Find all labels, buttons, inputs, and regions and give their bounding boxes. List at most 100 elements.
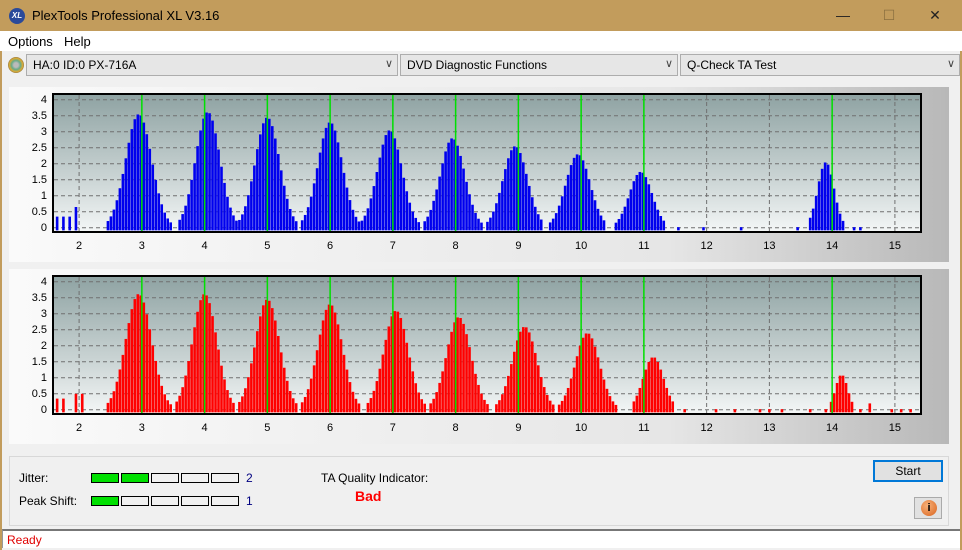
bar	[635, 395, 639, 413]
y-tick-label: 1.5	[31, 173, 47, 186]
bar	[354, 398, 358, 413]
status-text: Ready	[7, 533, 42, 547]
bar	[522, 327, 525, 413]
bar	[602, 379, 606, 413]
bar	[375, 381, 379, 413]
meter-segment	[121, 473, 149, 483]
bar	[465, 334, 468, 413]
bar	[614, 222, 618, 231]
bar	[668, 395, 672, 413]
bar	[817, 181, 821, 231]
bar	[205, 112, 208, 231]
start-button[interactable]: Start	[873, 460, 943, 482]
bar	[522, 162, 525, 231]
bar	[106, 221, 110, 231]
bar	[205, 295, 208, 413]
bar	[324, 309, 328, 413]
bar	[557, 404, 561, 413]
bar	[513, 351, 516, 413]
bar	[644, 177, 648, 231]
bar	[527, 332, 531, 413]
bar	[312, 365, 316, 413]
bottom-chart-svg	[54, 277, 920, 413]
bar	[823, 162, 827, 231]
maximize-button[interactable]: ☐	[866, 0, 912, 31]
bar	[80, 393, 84, 413]
bar	[832, 393, 836, 413]
bar	[270, 126, 274, 231]
bar	[211, 120, 214, 231]
bar	[214, 133, 217, 231]
bar	[214, 332, 217, 413]
bar	[62, 398, 65, 413]
menu-options[interactable]: Options	[8, 34, 53, 49]
bar	[345, 187, 349, 231]
bar	[575, 154, 579, 231]
bar	[653, 357, 657, 413]
bar	[363, 215, 367, 231]
bar	[127, 323, 131, 413]
x-tick-label: 8	[452, 240, 459, 252]
bar	[115, 381, 119, 413]
bar	[366, 208, 370, 231]
x-tick-label: 9	[515, 240, 522, 252]
bar	[533, 206, 537, 231]
bar	[524, 327, 528, 413]
close-button[interactable]: ✕	[912, 0, 958, 31]
bar	[844, 382, 848, 413]
bar	[650, 357, 654, 413]
bar	[109, 398, 113, 413]
bar	[166, 218, 170, 231]
bar	[733, 409, 737, 413]
bar	[354, 216, 358, 231]
bar	[68, 216, 71, 231]
bar	[130, 309, 134, 413]
bar	[157, 193, 161, 231]
meter-segment	[181, 473, 209, 483]
bar	[489, 217, 492, 231]
y-tick-label: 2.5	[31, 323, 47, 336]
info-button[interactable]: i	[914, 497, 942, 519]
bar	[808, 409, 812, 413]
bar	[548, 222, 552, 231]
bar	[244, 206, 247, 231]
bar	[55, 398, 59, 413]
menu-help[interactable]: Help	[64, 34, 91, 49]
bar	[238, 401, 241, 413]
bar	[408, 357, 412, 413]
bar	[163, 212, 167, 231]
bar	[504, 169, 507, 231]
bar	[423, 403, 426, 413]
bar	[441, 371, 444, 413]
bar	[890, 409, 894, 413]
results-panel: Jitter: 2 Peak Shift: 1 TA Quality Indic…	[9, 456, 949, 526]
test-select[interactable]: Q-Check TA Test ∨	[680, 54, 960, 76]
drive-select[interactable]: HA:0 ID:0 PX-716A ∨	[26, 54, 398, 76]
y-tick-label: 0.5	[31, 387, 47, 400]
bar	[590, 190, 594, 231]
bar	[74, 393, 78, 413]
meter-segment	[151, 496, 179, 506]
bar	[118, 369, 122, 413]
bar	[566, 387, 570, 413]
function-select[interactable]: DVD Diagnostic Functions ∨	[400, 54, 678, 76]
bar	[270, 308, 274, 413]
bar	[232, 215, 235, 231]
bar	[262, 305, 265, 413]
minimize-button[interactable]: —	[820, 0, 866, 31]
bar	[596, 357, 600, 413]
bar	[74, 207, 78, 231]
bar	[121, 354, 125, 413]
bar	[548, 400, 552, 413]
info-icon: i	[921, 500, 937, 516]
bar	[294, 403, 298, 413]
bar	[321, 320, 325, 413]
bar	[247, 377, 250, 413]
bar	[602, 220, 606, 231]
bar	[250, 363, 253, 413]
bar	[193, 163, 196, 231]
bar	[268, 118, 271, 231]
bar	[241, 396, 244, 413]
bar	[444, 358, 447, 413]
bar	[417, 222, 421, 231]
